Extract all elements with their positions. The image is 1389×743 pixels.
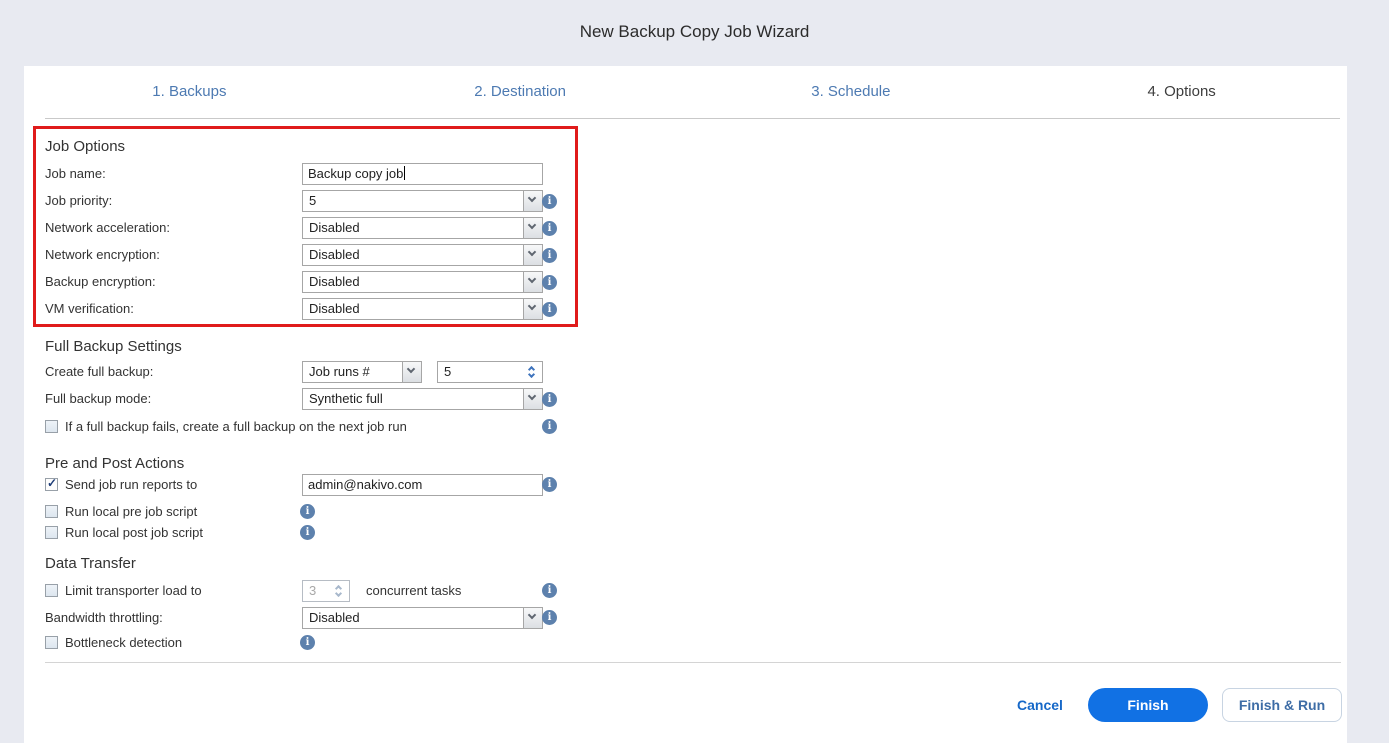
text-caret xyxy=(404,166,406,180)
info-icon[interactable] xyxy=(300,525,315,540)
network-encryption-label: Network encryption: xyxy=(45,247,160,262)
bottleneck-label: Bottleneck detection xyxy=(65,635,183,650)
bottleneck-checkbox[interactable] xyxy=(45,636,58,649)
footer-divider xyxy=(45,662,1341,663)
job-name-label: Job name: xyxy=(45,166,106,181)
vm-verification-label: VM verification: xyxy=(45,301,134,316)
send-reports-checkbox[interactable] xyxy=(45,476,58,491)
report-email-text: admin@nakivo.com xyxy=(308,477,423,492)
report-email-input[interactable]: admin@nakivo.com xyxy=(302,474,543,496)
chevron-down-icon xyxy=(523,299,542,319)
tab-schedule[interactable]: 3. Schedule xyxy=(686,66,1017,118)
page-title: New Backup Copy Job Wizard xyxy=(579,22,810,41)
info-icon[interactable] xyxy=(300,504,315,519)
chevron-down-icon xyxy=(523,608,542,628)
info-icon[interactable] xyxy=(542,392,557,407)
info-icon[interactable] xyxy=(542,221,557,236)
wizard-steps: 1. Backups 2. Destination 3. Schedule 4.… xyxy=(24,66,1347,118)
section-pre-post-actions: Pre and Post Actions xyxy=(45,455,185,472)
fail-retry-label: If a full backup fails, create a full ba… xyxy=(65,419,407,434)
info-icon[interactable] xyxy=(542,275,557,290)
fail-retry-checkbox[interactable] xyxy=(45,420,58,433)
wizard-panel: 1. Backups 2. Destination 3. Schedule 4.… xyxy=(24,66,1347,743)
bandwidth-label: Bandwidth throttling: xyxy=(45,610,163,625)
info-icon[interactable] xyxy=(542,477,557,492)
network-encryption-select[interactable]: Disabled xyxy=(302,244,543,266)
backup-encryption-label: Backup encryption: xyxy=(45,274,156,289)
info-icon[interactable] xyxy=(542,610,557,625)
finish-and-run-button[interactable]: Finish & Run xyxy=(1222,688,1342,722)
info-icon[interactable] xyxy=(542,248,557,263)
full-backup-mode-select[interactable]: Synthetic full xyxy=(302,388,543,410)
info-icon[interactable] xyxy=(542,419,557,434)
limit-load-label: Limit transporter load to xyxy=(65,583,202,598)
pre-script-checkbox[interactable] xyxy=(45,505,58,518)
tab-destination[interactable]: 2. Destination xyxy=(355,66,686,118)
info-icon[interactable] xyxy=(542,194,557,209)
info-icon[interactable] xyxy=(542,583,557,598)
job-name-text: Backup copy job xyxy=(308,166,404,181)
pre-script-label: Run local pre job script xyxy=(65,504,198,519)
tab-options[interactable]: 4. Options xyxy=(1016,66,1347,118)
info-icon[interactable] xyxy=(542,302,557,317)
stepper-arrows-icon xyxy=(334,581,346,601)
vm-verification-select[interactable]: Disabled xyxy=(302,298,543,320)
job-priority-select[interactable]: 5 xyxy=(302,190,543,212)
tab-backups[interactable]: 1. Backups xyxy=(24,66,355,118)
tabs-divider xyxy=(45,118,1340,119)
chevron-down-icon xyxy=(523,218,542,238)
section-data-transfer: Data Transfer xyxy=(45,555,136,572)
chevron-down-icon xyxy=(523,245,542,265)
network-acceleration-select[interactable]: Disabled xyxy=(302,217,543,239)
chevron-down-icon xyxy=(523,389,542,409)
section-full-backup-settings: Full Backup Settings xyxy=(45,338,182,355)
chevron-down-icon xyxy=(523,272,542,292)
limit-load-suffix: concurrent tasks xyxy=(366,583,462,598)
full-backup-mode-label: Full backup mode: xyxy=(45,391,152,406)
backup-encryption-select[interactable]: Disabled xyxy=(302,271,543,293)
job-name-input[interactable]: Backup copy job xyxy=(302,163,543,185)
create-full-backup-label: Create full backup: xyxy=(45,364,154,379)
info-icon[interactable] xyxy=(300,635,315,650)
job-priority-label: Job priority: xyxy=(45,193,113,208)
chevron-down-icon xyxy=(402,362,421,382)
full-backup-count-stepper[interactable]: 5 xyxy=(437,361,543,383)
cancel-button[interactable]: Cancel xyxy=(1008,688,1072,722)
send-reports-label: Send job run reports to xyxy=(65,477,198,492)
create-full-backup-mode-select[interactable]: Job runs # xyxy=(302,361,422,383)
post-script-label: Run local post job script xyxy=(65,525,204,540)
limit-load-checkbox[interactable] xyxy=(45,584,58,597)
section-job-options: Job Options xyxy=(45,138,126,155)
limit-load-stepper: 3 xyxy=(302,580,350,602)
chevron-down-icon xyxy=(523,191,542,211)
post-script-checkbox[interactable] xyxy=(45,526,58,539)
bandwidth-select[interactable]: Disabled xyxy=(302,607,543,629)
network-acceleration-label: Network acceleration: xyxy=(45,220,170,235)
stepper-arrows-icon[interactable] xyxy=(527,362,539,382)
finish-button[interactable]: Finish xyxy=(1088,688,1208,722)
